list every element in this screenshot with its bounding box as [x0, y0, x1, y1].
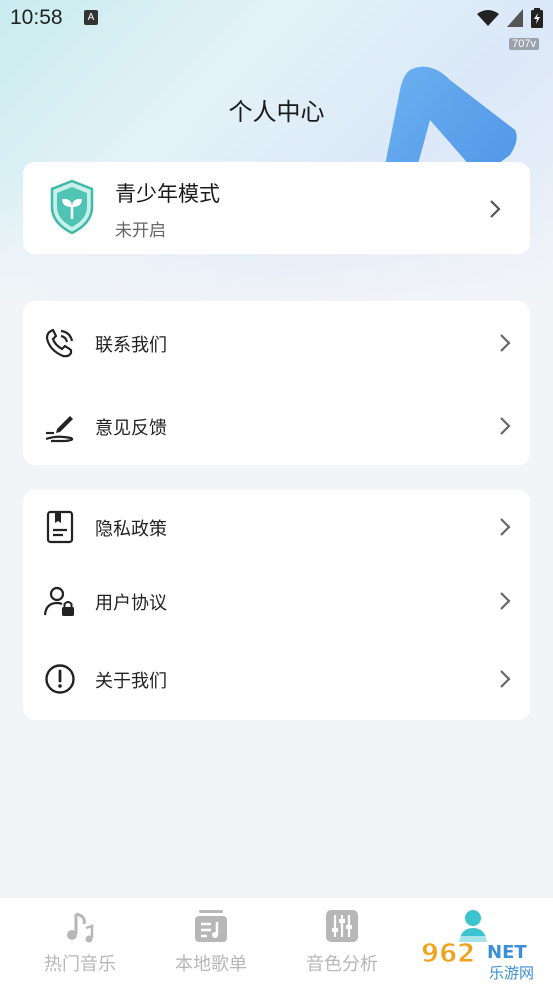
- equalizer-icon: [326, 910, 358, 942]
- status-time: 10:58: [10, 6, 63, 29]
- menu-group-info: 隐私政策 用户协议 关于我们: [23, 490, 530, 720]
- chevron-right-icon: [500, 417, 511, 435]
- menu-item-privacy[interactable]: 隐私政策: [23, 497, 530, 557]
- tab-label: 本地歌单: [175, 954, 247, 975]
- menu-item-label: 用户协议: [95, 593, 167, 614]
- tab-local-playlist[interactable]: 本地歌单: [146, 898, 276, 984]
- phone-icon: [45, 328, 74, 358]
- watermark-number: 962: [421, 939, 475, 969]
- info-alert-icon: [45, 664, 75, 694]
- tab-tone-analysis[interactable]: 音色分析: [277, 898, 407, 984]
- menu-group-support: 联系我们 意见反馈: [23, 301, 530, 465]
- youth-mode-status: 未开启: [115, 221, 166, 241]
- menu-item-label: 意见反馈: [95, 418, 167, 439]
- playlist-icon: [195, 910, 227, 942]
- menu-item-label: 关于我们: [95, 671, 167, 692]
- tab-hot-music[interactable]: 热门音乐: [15, 898, 145, 984]
- status-bar: 10:58 A 707v: [0, 0, 553, 50]
- battery-icon: [531, 8, 543, 28]
- chevron-right-icon: [500, 592, 511, 610]
- pen-icon: [45, 416, 74, 443]
- chevron-right-icon: [500, 518, 511, 536]
- chevron-right-icon: [500, 334, 511, 352]
- chevron-right-icon: [490, 200, 501, 218]
- menu-item-label: 隐私政策: [95, 519, 167, 540]
- system-icons: [477, 8, 543, 28]
- chevron-right-icon: [500, 670, 511, 688]
- tab-label: 音色分析: [306, 954, 378, 975]
- watermark-logo: 962 NET 乐游网: [415, 936, 553, 984]
- user-lock-icon: [43, 586, 74, 616]
- shield-sprout-icon: [50, 179, 94, 235]
- net-speed: 707v: [509, 38, 539, 50]
- youth-mode-card[interactable]: 青少年模式 未开启: [23, 162, 530, 254]
- youth-mode-title: 青少年模式: [115, 182, 220, 206]
- document-icon: [46, 510, 74, 544]
- watermark-sitename: 乐游网: [489, 964, 534, 982]
- menu-item-contact[interactable]: 联系我们: [23, 313, 530, 373]
- music-note-icon: [67, 912, 94, 943]
- notification-icon: A: [84, 10, 98, 25]
- menu-item-about[interactable]: 关于我们: [23, 649, 530, 709]
- tab-label: 热门音乐: [44, 954, 116, 975]
- watermark-net: NET: [487, 942, 527, 963]
- menu-item-agreement[interactable]: 用户协议: [23, 571, 530, 631]
- menu-item-label: 联系我们: [95, 335, 167, 356]
- signal-icon: [507, 9, 523, 27]
- site-watermark: 962 NET 乐游网: [415, 928, 553, 984]
- wifi-icon: [477, 10, 499, 26]
- menu-item-feedback[interactable]: 意见反馈: [23, 396, 530, 456]
- page-title: 个人中心: [228, 98, 325, 126]
